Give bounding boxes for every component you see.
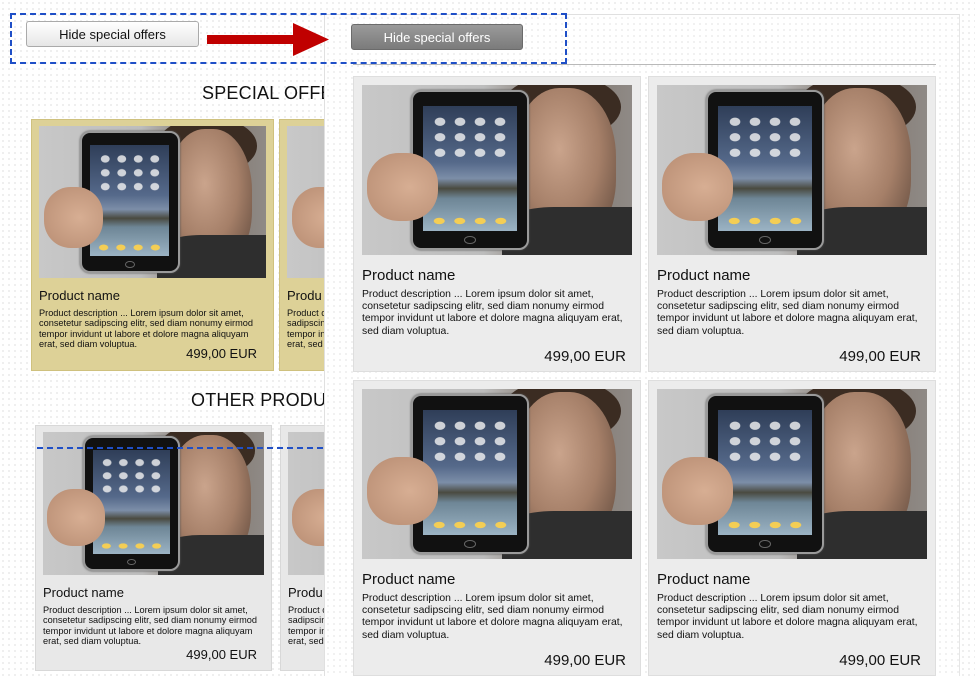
other-product-card[interactable]: Product name Product description ... Lor… [35, 425, 272, 671]
other-products-heading: OTHER PRODU [191, 390, 324, 410]
product-price: 499,00 EUR [186, 346, 257, 361]
product-description: Product c sadipscin tempor in erat, sed [288, 605, 324, 647]
product-description: Product c sadipscin tempor in erat, sed [287, 308, 324, 350]
product-name[interactable]: Product name [362, 267, 632, 284]
product-description: Product description ... Lorem ipsum dolo… [362, 593, 623, 641]
product-price: 499,00 EUR [544, 348, 626, 365]
product-image [287, 126, 324, 278]
product-image [362, 389, 632, 559]
special-product-card[interactable]: Produ Product c sadipscin tempor in erat… [279, 119, 324, 371]
product-description: Product description ... Lorem ipsum dolo… [657, 593, 918, 641]
product-card[interactable]: Product name Product description ... Lor… [648, 380, 936, 676]
divider [353, 64, 936, 65]
product-image [288, 432, 324, 575]
product-card[interactable]: Product name Product description ... Lor… [353, 76, 641, 372]
product-description: Product description ... Lorem ipsum dolo… [39, 308, 253, 350]
product-name[interactable]: Product name [657, 571, 927, 588]
product-image [39, 126, 266, 278]
transition-arrow-icon [207, 23, 329, 56]
other-product-card[interactable]: Produ Product c sadipscin tempor in erat… [280, 425, 324, 671]
hide-special-offers-button-pressed[interactable]: Hide special offers [351, 24, 523, 50]
highlight-dashed-line [37, 447, 323, 449]
special-offers-heading: SPECIAL OFFE [202, 83, 324, 103]
product-price: 499,00 EUR [839, 652, 921, 669]
product-name[interactable]: Produ [287, 288, 324, 303]
product-image [657, 389, 927, 559]
product-name[interactable]: Produ [288, 585, 324, 600]
product-price: 499,00 EUR [186, 647, 257, 662]
product-description: Product description ... Lorem ipsum dolo… [657, 289, 918, 337]
product-card[interactable]: Product name Product description ... Lor… [353, 380, 641, 676]
product-card[interactable]: Product name Product description ... Lor… [648, 76, 936, 372]
product-image [43, 432, 264, 575]
product-price: 499,00 EUR [839, 348, 921, 365]
special-product-card[interactable]: Product name Product description ... Lor… [31, 119, 274, 371]
product-description: Product description ... Lorem ipsum dolo… [43, 605, 257, 647]
before-view: SPECIAL OFFE Product name Product descri… [0, 0, 324, 676]
product-description: Product description ... Lorem ipsum dolo… [362, 289, 623, 337]
product-name[interactable]: Product name [657, 267, 927, 284]
product-name[interactable]: Product name [362, 571, 632, 588]
hide-special-offers-button[interactable]: Hide special offers [26, 21, 199, 47]
product-name[interactable]: Product name [39, 288, 266, 303]
product-name[interactable]: Product name [43, 585, 264, 600]
product-image [657, 85, 927, 255]
product-image [362, 85, 632, 255]
product-price: 499,00 EUR [544, 652, 626, 669]
